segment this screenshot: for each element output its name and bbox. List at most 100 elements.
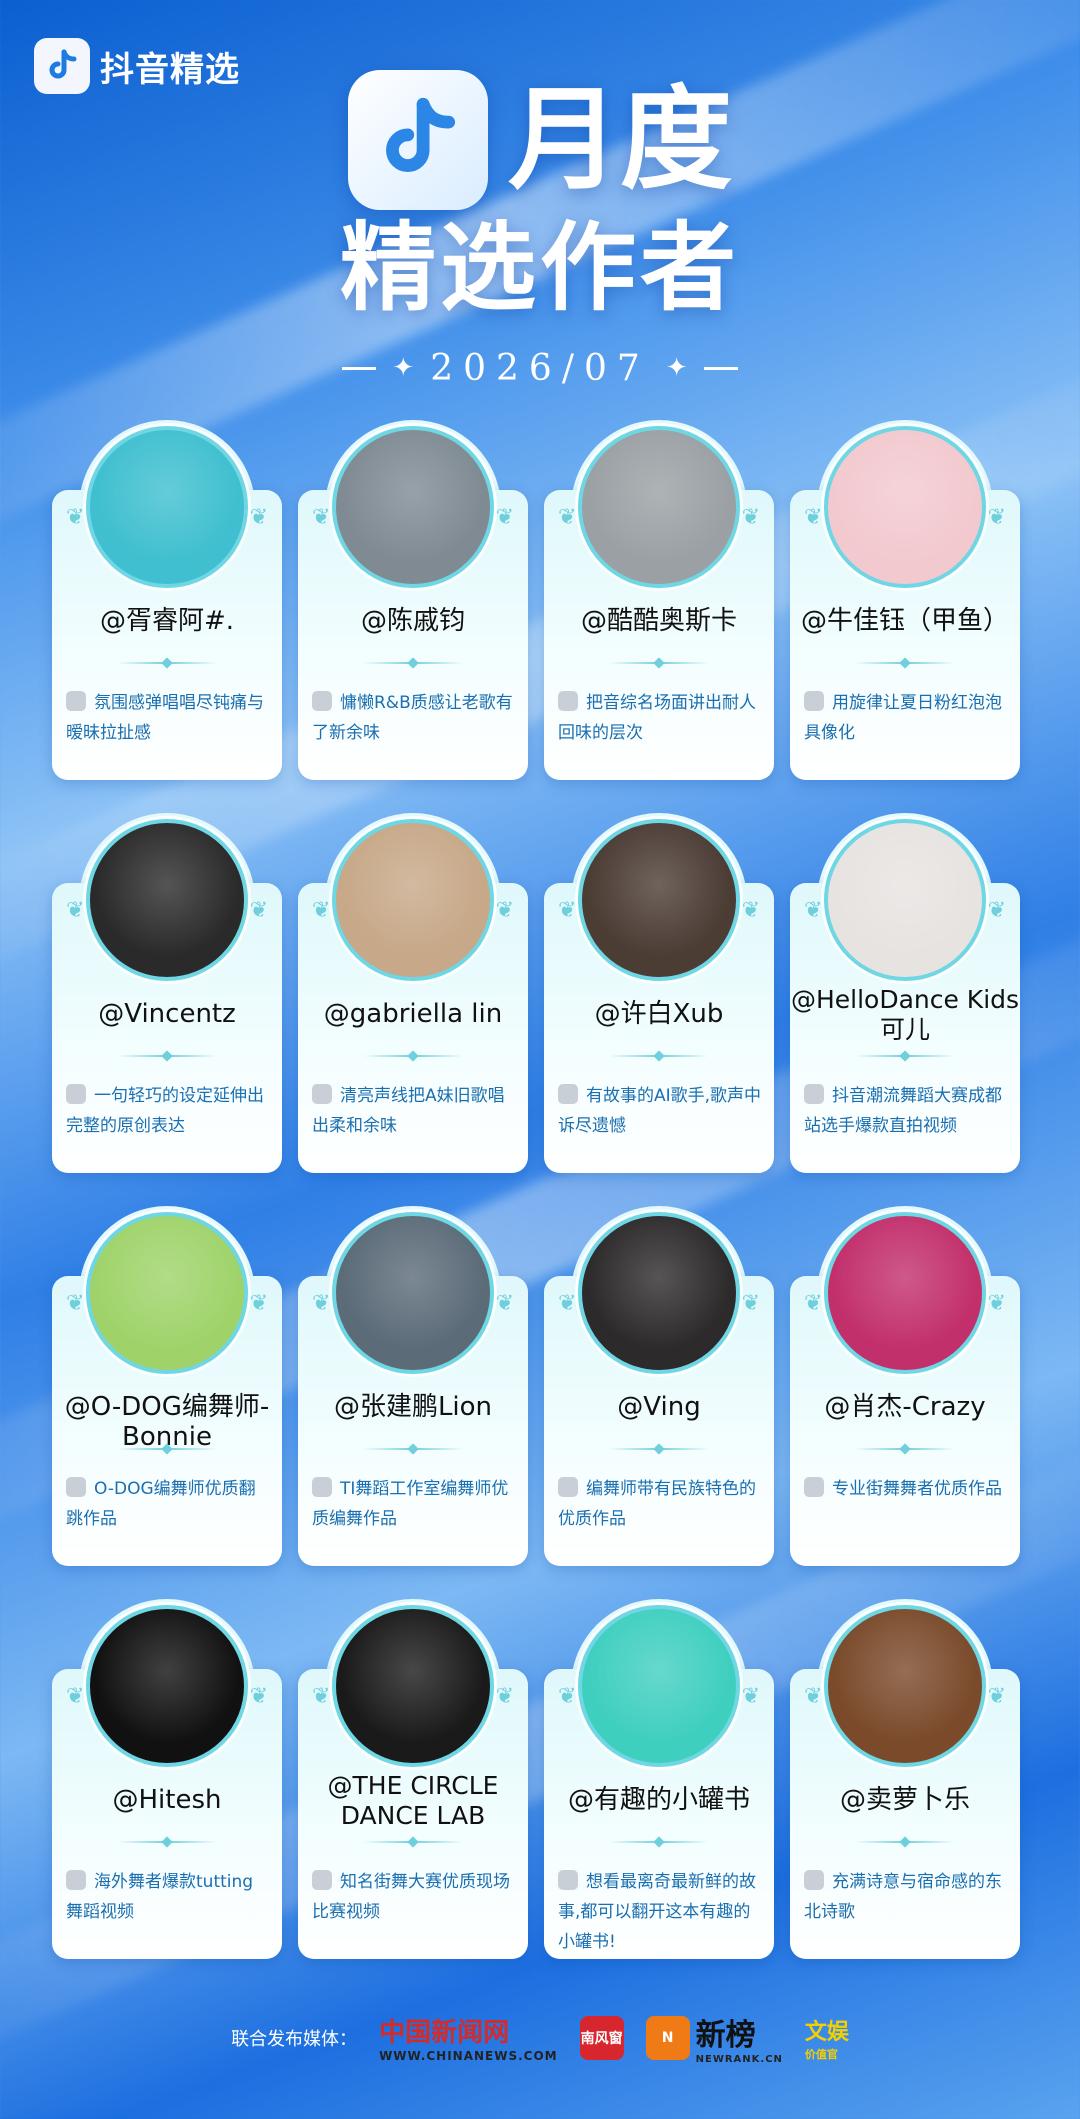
creator-handle[interactable]: @Hitesh — [52, 1785, 282, 1815]
creator-handle[interactable]: @Ving — [544, 1392, 774, 1422]
creator-handle[interactable]: @许白Xub — [544, 999, 774, 1029]
laurel-left-icon: ❦ — [312, 898, 331, 923]
avatar[interactable] — [824, 1605, 986, 1767]
laurel-right-icon: ❦ — [249, 898, 268, 923]
creator-desc: 海外舞者爆款tutting舞蹈视频 — [66, 1870, 254, 1922]
creator-desc: 一句轻巧的设定延伸出完整的原创表达 — [66, 1084, 264, 1136]
creator-card[interactable]: ❦ ❦ @肖杰-Crazy 专业街舞舞者优质作品 — [790, 1206, 1020, 1566]
creator-handle[interactable]: @胥睿阿#. — [52, 606, 282, 636]
creator-desc: 氛围感弹唱唱尽钝痛与暧昧拉扯感 — [66, 691, 264, 743]
creator-card[interactable]: ❦ ❦ @胥睿阿#. 氛围感弹唱唱尽钝痛与暧昧拉扯感 — [52, 420, 282, 780]
creator-desc: 想看最离奇最新鲜的故事,都可以翻开这本有趣的小罐书! — [558, 1870, 756, 1952]
laurel-left-icon: ❦ — [312, 1684, 331, 1709]
creator-card[interactable]: ❦ ❦ @HelloDance Kids可儿 抖音潮流舞蹈大赛成都站选手爆款直拍… — [790, 813, 1020, 1173]
card-divider — [609, 662, 709, 664]
footer-label: 联合发布媒体： — [231, 2028, 358, 2050]
douyin-mini-icon — [558, 1477, 578, 1497]
card-divider — [609, 1841, 709, 1843]
creator-handle[interactable]: @张建鹏Lion — [298, 1392, 528, 1422]
laurel-left-icon: ❦ — [804, 505, 823, 530]
avatar[interactable] — [332, 1212, 494, 1374]
creator-handle[interactable]: @牛佳钰（甲鱼） — [790, 606, 1020, 636]
creator-card[interactable]: ❦ ❦ @gabriella lin 清亮声线把A妹旧歌唱出柔和余味 — [298, 813, 528, 1173]
creator-card[interactable]: ❦ ❦ @THE CIRCLE DANCE LAB 知名街舞大赛优质现场比赛视频 — [298, 1599, 528, 1959]
avatar[interactable] — [86, 1605, 248, 1767]
media-chinanews[interactable]: 中国新闻网 WWW.CHINANEWS.COM — [379, 2012, 558, 2063]
creator-card[interactable]: ❦ ❦ @陈戚钧 慵懒R&B质感让老歌有了新余味 — [298, 420, 528, 780]
laurel-left-icon: ❦ — [66, 1291, 85, 1316]
creator-handle[interactable]: @酷酷奥斯卡 — [544, 606, 774, 636]
creator-handle[interactable]: @卖萝卜乐 — [790, 1785, 1020, 1815]
creator-card[interactable]: ❦ ❦ @Hitesh 海外舞者爆款tutting舞蹈视频 — [52, 1599, 282, 1959]
creator-handle[interactable]: @Vincentz — [52, 999, 282, 1029]
creator-desc: 把音综名场面讲出耐人回味的层次 — [558, 691, 756, 743]
media-newrank[interactable]: N 新榜 NEWRANK.CN — [645, 2010, 783, 2065]
card-divider — [363, 1841, 463, 1843]
avatar[interactable] — [578, 1212, 740, 1374]
laurel-left-icon: ❦ — [558, 898, 577, 923]
sparkle-icon: ✦ — [392, 353, 415, 384]
douyin-mini-icon — [312, 1870, 332, 1890]
creator-card[interactable]: ❦ ❦ @许白Xub 有故事的AI歌手,歌声中诉尽遗憾 — [544, 813, 774, 1173]
creator-desc: 知名街舞大赛优质现场比赛视频 — [312, 1870, 510, 1922]
media-nanfengchuang[interactable]: 南风窗 — [579, 2015, 624, 2060]
avatar[interactable] — [86, 1212, 248, 1374]
avatar[interactable] — [86, 819, 248, 981]
avatar[interactable] — [578, 819, 740, 981]
creator-handle[interactable]: @陈戚钧 — [298, 606, 528, 636]
creator-card[interactable]: ❦ ❦ @O-DOG编舞师-Bonnie O-DOG编舞师优质翻跳作品 — [52, 1206, 282, 1566]
creator-handle[interactable]: @HelloDance Kids可儿 — [790, 985, 1020, 1045]
creator-desc: 清亮声线把A妹旧歌唱出柔和余味 — [312, 1084, 505, 1136]
card-divider — [363, 1448, 463, 1450]
creator-handle[interactable]: @肖杰-Crazy — [790, 1392, 1020, 1422]
card-divider — [609, 1055, 709, 1057]
avatar[interactable] — [824, 819, 986, 981]
media-wenyu[interactable]: 文娱 价值官 — [805, 2014, 849, 2062]
douyin-big-logo-icon — [348, 70, 488, 210]
laurel-left-icon: ❦ — [558, 505, 577, 530]
hero-date-row: ✦ 2026/07 ✦ — [0, 348, 1080, 389]
creator-card[interactable]: ❦ ❦ @有趣的小罐书 想看最离奇最新鲜的故事,都可以翻开这本有趣的小罐书! — [544, 1599, 774, 1959]
avatar[interactable] — [824, 1212, 986, 1374]
avatar[interactable] — [578, 426, 740, 588]
laurel-left-icon: ❦ — [558, 1684, 577, 1709]
creator-card[interactable]: ❦ ❦ @张建鹏Lion TI舞蹈工作室编舞师优质编舞作品 — [298, 1206, 528, 1566]
douyin-mini-icon — [804, 1477, 824, 1497]
avatar[interactable] — [578, 1605, 740, 1767]
avatar[interactable] — [332, 819, 494, 981]
laurel-right-icon: ❦ — [249, 505, 268, 530]
card-divider — [117, 1448, 217, 1450]
creator-desc: O-DOG编舞师优质翻跳作品 — [66, 1477, 256, 1529]
hero-date: 2026/07 — [430, 347, 650, 389]
creator-handle[interactable]: @有趣的小罐书 — [544, 1785, 774, 1815]
creator-card[interactable]: ❦ ❦ @卖萝卜乐 充满诗意与宿命感的东北诗歌 — [790, 1599, 1020, 1959]
creator-card[interactable]: ❦ ❦ @Vincentz 一句轻巧的设定延伸出完整的原创表达 — [52, 813, 282, 1173]
laurel-right-icon: ❦ — [495, 1291, 514, 1316]
creator-card[interactable]: ❦ ❦ @Ving 编舞师带有民族特色的优质作品 — [544, 1206, 774, 1566]
laurel-right-icon: ❦ — [987, 1684, 1006, 1709]
douyin-mini-icon — [66, 1477, 86, 1497]
laurel-right-icon: ❦ — [741, 505, 760, 530]
card-divider — [117, 1055, 217, 1057]
laurel-left-icon: ❦ — [66, 505, 85, 530]
creator-card[interactable]: ❦ ❦ @牛佳钰（甲鱼） 用旋律让夏日粉红泡泡具像化 — [790, 420, 1020, 780]
creator-card[interactable]: ❦ ❦ @酷酷奥斯卡 把音综名场面讲出耐人回味的层次 — [544, 420, 774, 780]
laurel-right-icon: ❦ — [987, 898, 1006, 923]
douyin-mini-icon — [804, 1084, 824, 1104]
laurel-right-icon: ❦ — [249, 1291, 268, 1316]
avatar[interactable] — [824, 426, 986, 588]
creator-handle[interactable]: @THE CIRCLE DANCE LAB — [298, 1771, 528, 1831]
avatar[interactable] — [86, 426, 248, 588]
laurel-left-icon: ❦ — [312, 1291, 331, 1316]
avatar[interactable] — [332, 426, 494, 588]
laurel-right-icon: ❦ — [249, 1684, 268, 1709]
laurel-right-icon: ❦ — [495, 898, 514, 923]
laurel-right-icon: ❦ — [495, 505, 514, 530]
card-divider — [609, 1448, 709, 1450]
avatar[interactable] — [332, 1605, 494, 1767]
laurel-right-icon: ❦ — [741, 898, 760, 923]
laurel-left-icon: ❦ — [312, 505, 331, 530]
douyin-mini-icon — [804, 1870, 824, 1890]
creator-handle[interactable]: @gabriella lin — [298, 999, 528, 1029]
newrank-logo-icon: N — [645, 2015, 690, 2060]
